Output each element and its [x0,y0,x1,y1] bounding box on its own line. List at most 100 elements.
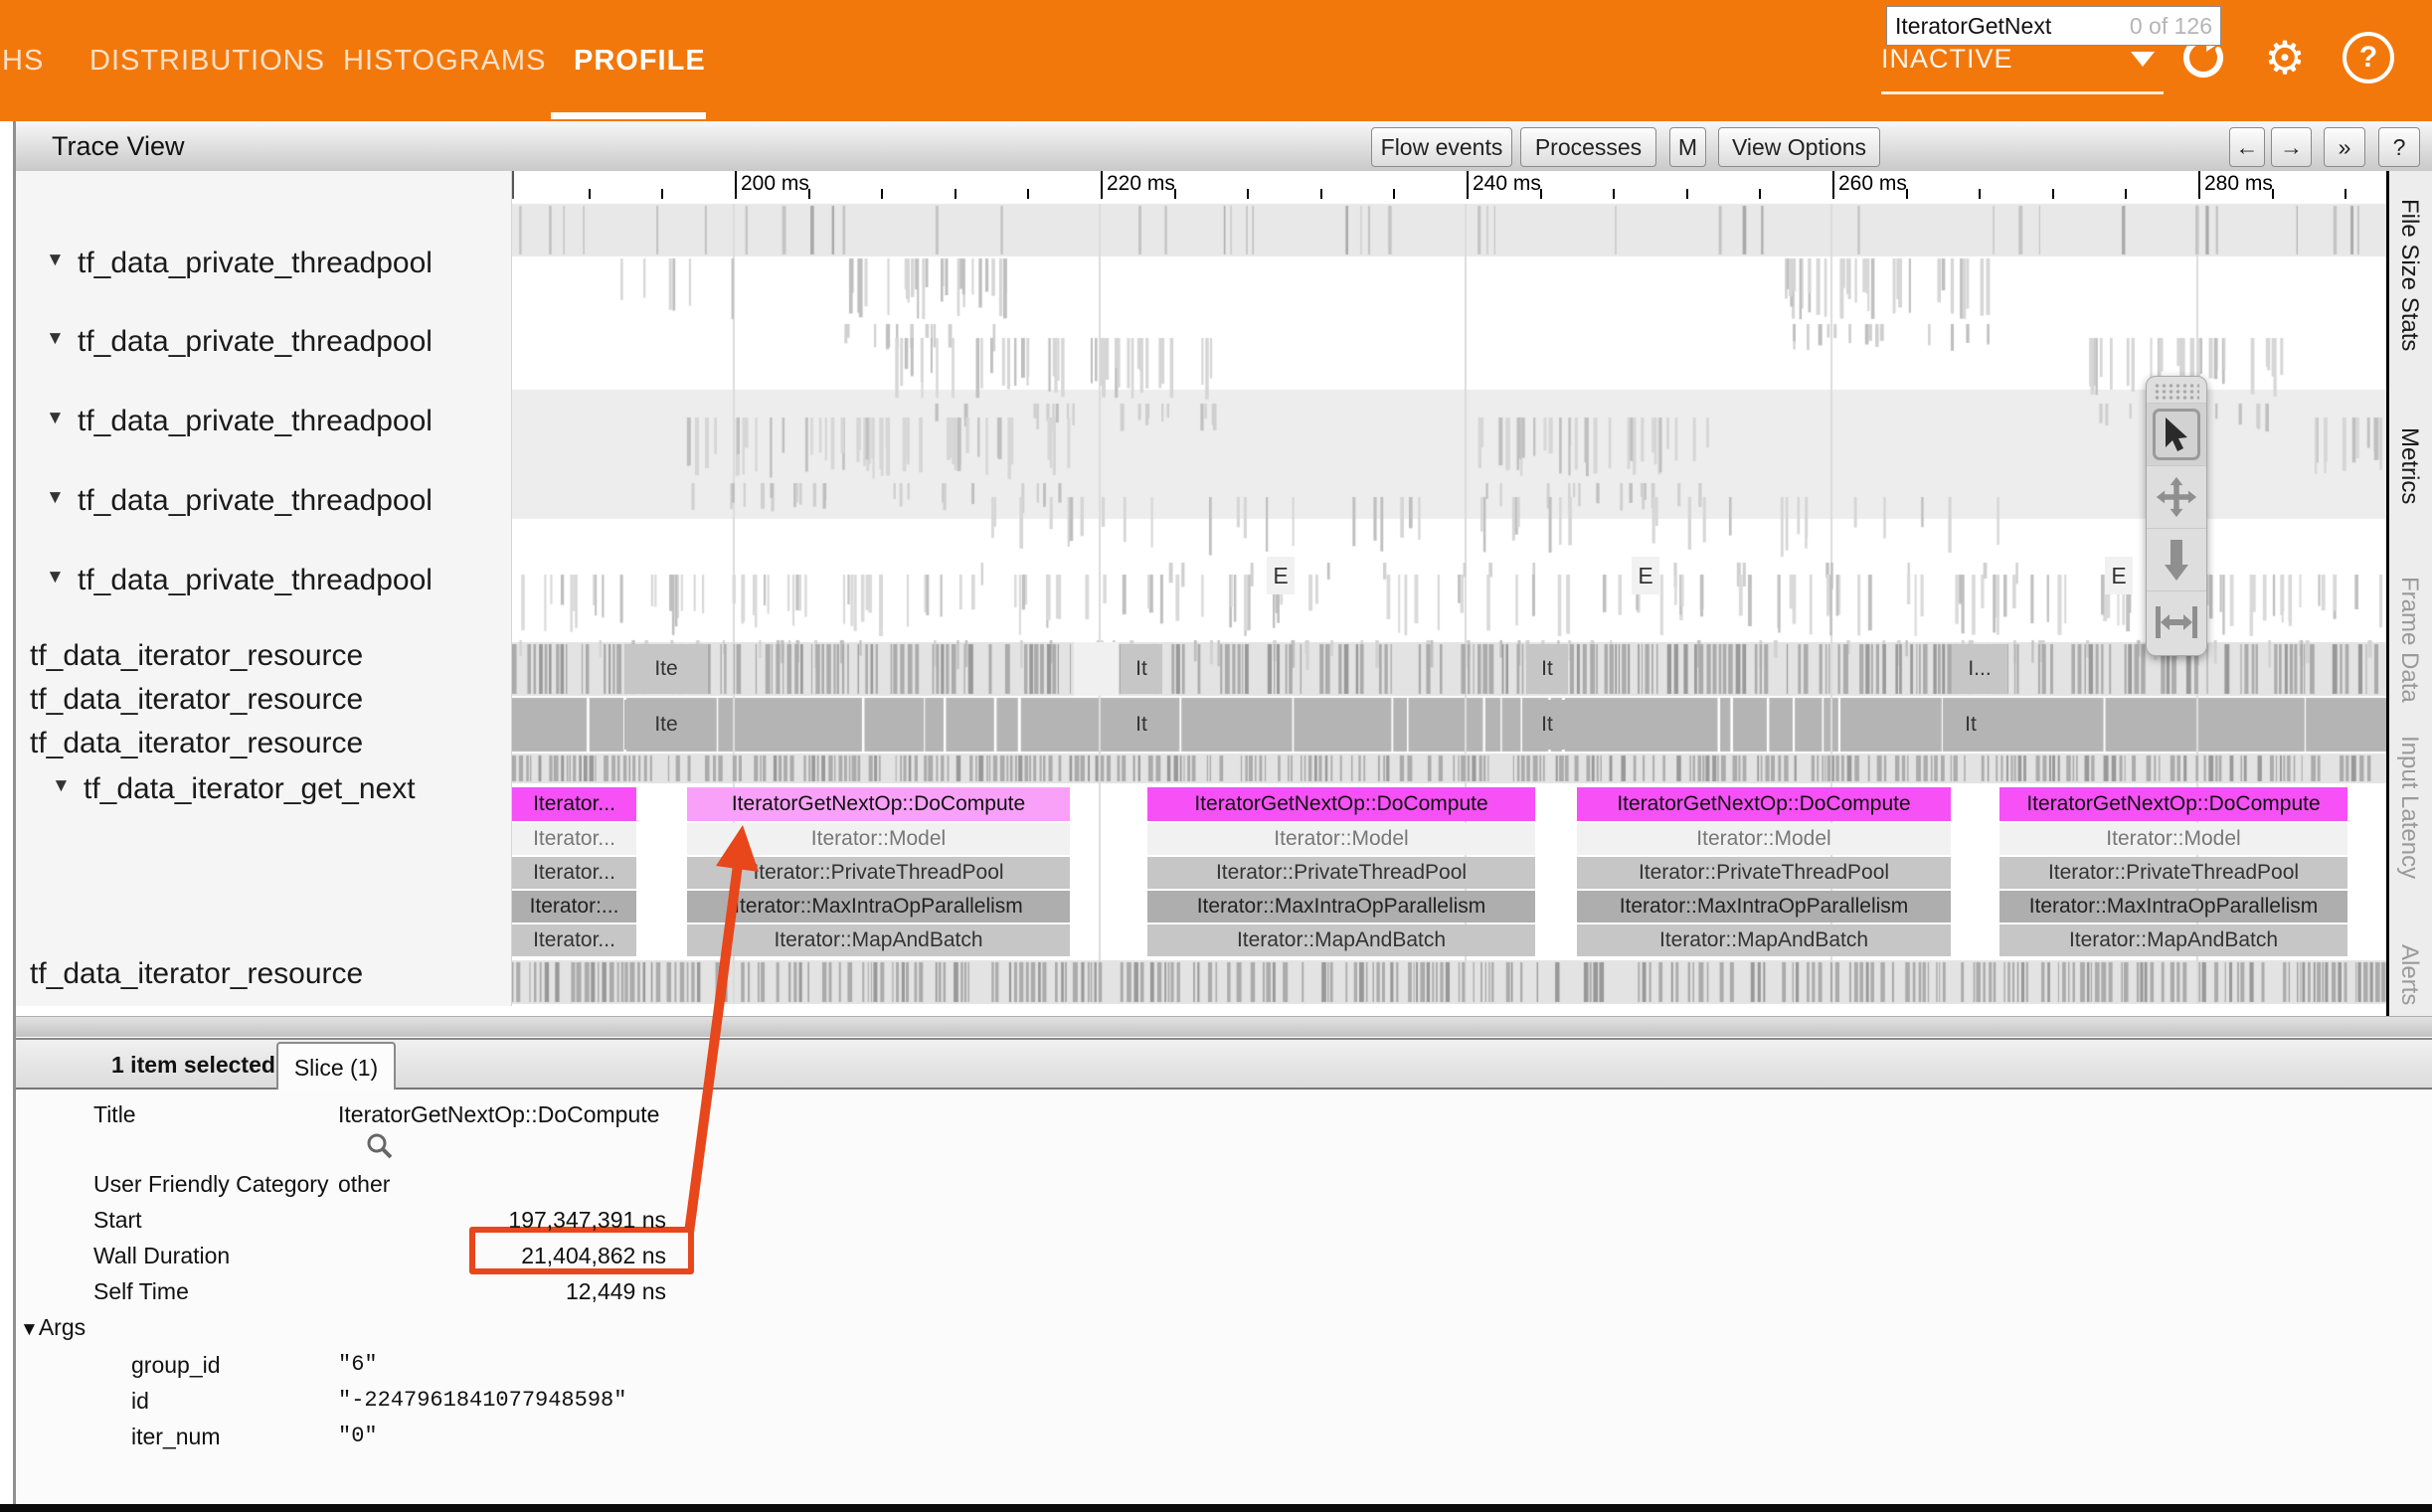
slice-iterator-substep[interactable]: Iterator... [512,924,636,956]
help-icon[interactable]: ? [2343,32,2394,84]
profiler-window: HSDISTRIBUTIONSHISTOGRAMSPROFILE INACTIV… [0,0,2432,1512]
trace-search-box[interactable]: 0 of 126 [1886,6,2221,46]
slice-iterator-substep[interactable]: Iterator::MapAndBatch [1577,924,1951,956]
args-section-header: ▼Args [20,1312,86,1342]
arg-value: "-2247961841077948598" [338,1386,626,1416]
ruler-minor-tick [2125,189,2127,199]
ruler-tick-label: 280 ms [2204,172,2273,196]
ruler-minor-tick [661,189,663,199]
horizontal-scrollbar[interactable] [16,1016,2432,1037]
event-marker-e[interactable]: E [1267,557,1295,594]
collapse-triangle-icon[interactable]: ▼ [46,487,65,509]
ruler-tick-label: 220 ms [1107,172,1175,196]
slice-iterator-substep[interactable]: Iterator::Model [1999,823,2347,855]
timeline-ruler[interactable]: 200 ms220 ms240 ms260 ms280 ms [512,171,2388,199]
track-label-column: ▼ tf_data_private_threadpool ▼ tf_data_priv… [16,171,512,1006]
resource-slice-label[interactable]: It [1950,700,1992,750]
side-tab-input-latency[interactable]: Input Latency [2395,736,2423,920]
chevron-down-icon[interactable] [2131,52,2155,67]
track-label-iterator-resource[interactable]: tf_data_iterator_resource [30,682,363,718]
tab-distributions[interactable]: DISTRIBUTIONS [89,38,325,84]
event-marker-e[interactable]: E [1632,557,1659,594]
arg-key: id [131,1386,149,1416]
next-result-button[interactable]: → [2271,127,2312,167]
side-tab-metrics[interactable]: Metrics [2395,427,2423,542]
event-marker-e[interactable]: E [2105,557,2133,594]
panel-title: Trace View [52,121,185,171]
track-label-private-threadpool[interactable]: tf_data_private_threadpool [78,404,433,439]
tab-slice[interactable]: Slice (1) [276,1042,396,1092]
prev-result-button[interactable]: ← [2229,127,2265,167]
resource-slice-label[interactable]: It [1526,644,1568,694]
slice-iterator-substep[interactable]: Iterator::MaxIntraOpParallelism [1147,891,1535,923]
slice-iterator-substep[interactable]: Iterator::PrivateThreadPool [1577,857,1951,889]
slice-iterator-substep[interactable]: Iterator::MaxIntraOpParallelism [1577,891,1951,923]
slice-iterator-getnext[interactable]: Iterator... [512,787,636,821]
slice-iterator-getnext-selected[interactable]: IteratorGetNextOp::DoCompute [687,787,1070,821]
resource-slice-label[interactable]: It [1526,700,1568,750]
slice-iterator-substep[interactable]: Iterator::Model [687,823,1070,855]
slice-iterator-substep[interactable]: Iterator::PrivateThreadPool [1147,857,1535,889]
ruler-tick-label: 200 ms [741,172,809,196]
args-expander-triangle[interactable]: ▼ [20,1319,39,1340]
detail-field-label: User Friendly Category [93,1169,328,1199]
tab-profile[interactable]: PROFILE [574,38,706,84]
trace-help-button[interactable]: ? [2378,127,2420,167]
collapse-triangle-icon[interactable]: ▼ [46,250,65,271]
slice-iterator-substep[interactable]: Iterator::Model [1147,823,1535,855]
collapse-triangle-icon[interactable]: ▼ [46,328,65,350]
track-label-private-threadpool[interactable]: tf_data_private_threadpool [78,483,433,519]
palette-drag-handle[interactable] [2154,383,2199,401]
slice-iterator-substep[interactable]: Iterator::Model [1577,823,1951,855]
slice-iterator-substep[interactable]: Iterator... [512,857,636,889]
side-tab-file-size-stats[interactable]: File Size Stats [2395,199,2423,388]
slice-iterator-substep[interactable]: Iterator::MapAndBatch [1999,924,2347,956]
detail-field-label: Self Time [93,1276,189,1306]
track-label-iterator-resource[interactable]: tf_data_iterator_resource [30,638,363,674]
side-tab-frame-data[interactable]: Frame Data [2395,577,2423,731]
resource-slice-label[interactable]: Ite [624,700,708,750]
slice-iterator-substep[interactable]: Iterator::MapAndBatch [1147,924,1535,956]
collapse-triangle-icon[interactable]: ▼ [46,567,65,588]
slice-iterator-getnext[interactable]: IteratorGetNextOp::DoCompute [1577,787,1951,821]
collapse-triangle-icon[interactable]: ▼ [46,408,65,429]
view-options-button[interactable]: View Options [1718,127,1880,167]
track-label-iterator-resource[interactable]: tf_data_iterator_resource [30,956,363,992]
detail-field-label: Title [93,1099,136,1129]
resource-slice-label[interactable]: Ite [624,644,708,694]
settings-gear-icon[interactable]: ⚙ [2259,32,2311,84]
flow-events-button[interactable]: Flow events [1371,127,1512,167]
detail-field-label: Wall Duration [93,1241,230,1270]
slice-iterator-substep[interactable]: Iterator::MaxIntraOpParallelism [687,891,1070,923]
slice-iterator-substep[interactable]: Iterator:... [512,891,636,923]
track-label-private-threadpool[interactable]: tf_data_private_threadpool [78,246,433,281]
resource-slice-label[interactable]: It [1121,700,1162,750]
pan-tool-button[interactable] [2147,465,2206,528]
slice-iterator-substep[interactable]: Iterator::MapAndBatch [687,924,1070,956]
resource-slice-label[interactable]: It [1121,644,1162,694]
slice-iterator-substep[interactable]: Iterator::PrivateThreadPool [1999,857,2347,889]
select-tool-button[interactable] [2147,403,2206,465]
track-label-iterator-get-next[interactable]: tf_data_iterator_get_next [84,771,416,807]
resource-slice-label[interactable]: I... [1952,644,2007,694]
slice-iterator-substep[interactable]: Iterator... [512,823,636,855]
tab-hs[interactable]: HS [2,38,44,84]
track-label-iterator-resource[interactable]: tf_data_iterator_resource [30,726,363,761]
m-button[interactable]: M [1669,127,1706,167]
left-gutter [0,121,13,1505]
processes-button[interactable]: Processes [1520,127,1656,167]
timing-tool-button[interactable] [2147,590,2206,653]
tab-histograms[interactable]: HISTOGRAMS [343,38,546,84]
find-slice-magnifier-icon[interactable] [364,1131,396,1163]
track-label-private-threadpool[interactable]: tf_data_private_threadpool [78,324,433,360]
slice-iterator-substep[interactable]: Iterator::PrivateThreadPool [687,857,1070,889]
search-input[interactable] [1893,7,2116,45]
slice-iterator-substep[interactable]: Iterator::MaxIntraOpParallelism [1999,891,2347,923]
detail-field-label: Start [93,1205,142,1235]
track-label-private-threadpool[interactable]: tf_data_private_threadpool [78,563,433,598]
slice-iterator-getnext[interactable]: IteratorGetNextOp::DoCompute [1147,787,1535,821]
slice-iterator-getnext[interactable]: IteratorGetNextOp::DoCompute [1999,787,2347,821]
zoom-tool-button[interactable] [2147,528,2206,590]
expand-button[interactable]: » [2324,127,2365,167]
collapse-triangle-icon[interactable]: ▼ [52,775,71,797]
